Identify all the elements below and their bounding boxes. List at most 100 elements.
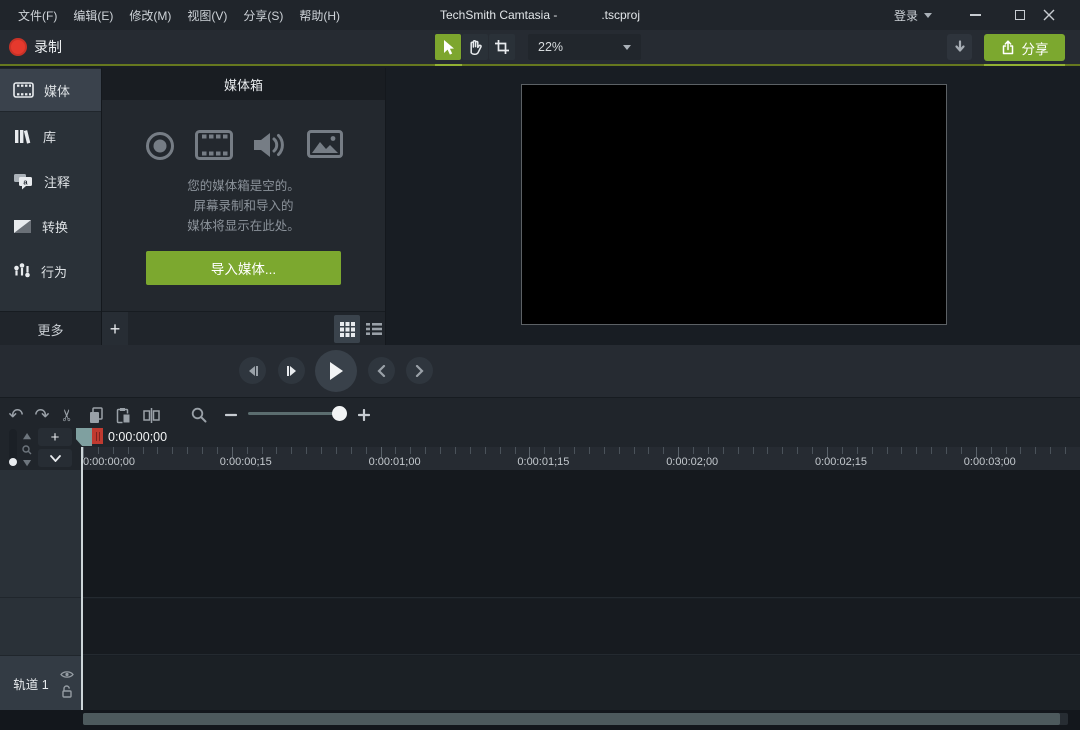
timeline-zoom-button[interactable] — [186, 402, 212, 428]
ruler-tick — [98, 447, 99, 454]
sidebar-item-behaviors[interactable]: 行为 — [0, 249, 101, 293]
ruler-tick — [723, 447, 724, 454]
media-bin-empty-text: 您的媒体箱是空的。 屏幕录制和导入的 媒体将显示在此处。 — [102, 176, 385, 236]
ruler-tick — [262, 447, 263, 454]
magnifier-icon — [191, 407, 207, 423]
menu-item-4[interactable]: 视图(V) — [187, 7, 227, 24]
transition-icon — [13, 219, 32, 234]
sidebar-item-transitions[interactable]: 转换 — [0, 204, 101, 248]
sidebar-item-label: 媒体 — [44, 81, 70, 100]
ruler-label: 0:00:00;15 — [220, 456, 272, 468]
sidebar-divider — [101, 68, 102, 345]
arrow-up-icon[interactable] — [23, 433, 32, 440]
plus-icon: + — [110, 319, 121, 340]
image-icon — [307, 130, 343, 158]
track-visibility-toggle[interactable] — [60, 666, 74, 684]
menu-bar: 文件(F) 编辑(E) 修改(M) 视图(V) 分享(S) 帮助(H) — [18, 0, 340, 30]
add-media-button[interactable]: + — [102, 312, 128, 346]
close-button[interactable] — [1034, 0, 1064, 30]
play-button[interactable] — [315, 350, 357, 392]
horizontal-scrollbar-thumb[interactable] — [83, 713, 1060, 725]
crop-icon — [494, 39, 510, 55]
ruler-tick — [857, 447, 858, 454]
track-lane-empty-upper[interactable] — [81, 470, 1080, 598]
cut-button[interactable]: ✂ — [55, 402, 81, 428]
split-button[interactable] — [138, 402, 164, 428]
ruler-tick — [753, 447, 754, 454]
grid-view-button[interactable] — [334, 315, 360, 343]
zoom-out-button[interactable] — [218, 402, 244, 428]
list-view-button[interactable] — [361, 315, 387, 343]
copy-button[interactable] — [83, 402, 109, 428]
ruler-tick — [470, 447, 471, 454]
crop-tool-button[interactable] — [489, 34, 515, 60]
ruler-tick — [128, 447, 129, 454]
redo-icon: ↷ — [34, 405, 49, 426]
paste-button[interactable] — [110, 402, 136, 428]
sidebar-more-button[interactable]: 更多 — [0, 312, 101, 346]
playhead-out-flag[interactable] — [92, 428, 103, 444]
canvas-zoom-value: 22% — [538, 40, 623, 54]
ruler-tick — [1065, 447, 1066, 454]
download-button[interactable] — [947, 34, 972, 60]
sidebar-item-label: 转换 — [42, 217, 68, 236]
previous-frame-icon — [247, 365, 259, 377]
playhead-line[interactable] — [81, 447, 83, 710]
track-1-lane[interactable] — [81, 656, 1080, 710]
record-button[interactable]: 录制 — [0, 30, 120, 64]
menu-item-5[interactable]: 分享(S) — [243, 7, 283, 24]
login-menu[interactable]: 登录 — [894, 0, 932, 30]
preview-canvas[interactable] — [521, 84, 947, 325]
behaviors-icon — [13, 262, 31, 280]
ruler-tick — [410, 447, 411, 454]
step-forward-button[interactable] — [278, 357, 305, 384]
track-gutter — [0, 470, 81, 656]
maximize-icon — [1015, 10, 1025, 20]
menu-item-3[interactable]: 修改(M) — [129, 7, 171, 24]
previous-clip-button[interactable] — [368, 357, 395, 384]
menu-item-1[interactable]: 文件(F) — [18, 7, 57, 24]
timeline-zoom-thumb[interactable] — [332, 406, 347, 421]
track-options-button[interactable] — [38, 449, 72, 467]
sidebar: 媒体 库 a 注释 转换 — [0, 68, 101, 311]
empty-line-3: 媒体将显示在此处。 — [102, 216, 385, 236]
add-track-button[interactable]: + — [38, 428, 72, 446]
track-height-slider-thumb[interactable] — [9, 458, 17, 466]
zoom-in-button[interactable] — [351, 402, 377, 428]
canvas-zoom-select[interactable]: 22% — [528, 34, 641, 60]
track-lock-toggle[interactable] — [61, 685, 73, 703]
next-clip-button[interactable] — [406, 357, 433, 384]
track-lane-empty[interactable] — [81, 599, 1080, 655]
record-label: 录制 — [34, 37, 62, 57]
minimize-button[interactable] — [960, 0, 990, 30]
sidebar-item-label: 库 — [43, 127, 56, 146]
import-media-button[interactable]: 导入媒体... — [146, 251, 341, 285]
menu-bar-row: 文件(F)编辑(E)修改(M)视图(V)分享(S)帮助(H) TechSmith… — [0, 0, 1080, 30]
ruler-tick — [797, 447, 798, 454]
maximize-button[interactable] — [1005, 0, 1035, 30]
minimize-icon — [970, 14, 981, 16]
sidebar-item-library[interactable]: 库 — [0, 114, 101, 158]
share-button[interactable]: 分享 — [984, 34, 1065, 61]
menu-item-6[interactable]: 帮助(H) — [299, 7, 340, 24]
ruler-tick — [500, 447, 501, 454]
arrow-down-icon[interactable] — [23, 460, 32, 467]
ruler-tick — [946, 447, 947, 454]
sidebar-item-label: 行为 — [41, 262, 67, 281]
media-icon — [13, 82, 34, 98]
menu-item-2[interactable]: 编辑(E) — [73, 7, 113, 24]
import-media-label: 导入媒体... — [211, 258, 276, 278]
ruler-tick — [395, 447, 396, 454]
undo-button[interactable]: ↶ — [3, 402, 29, 428]
timeline-ruler[interactable]: 0:00:00;000:00:00;150:00:01;000:00:01;15… — [81, 447, 1080, 470]
sidebar-item-annotations[interactable]: a 注释 — [0, 159, 101, 203]
sidebar-item-media[interactable]: 媒体 — [0, 68, 101, 112]
plus-icon — [358, 409, 370, 421]
redo-button[interactable]: ↷ — [29, 402, 55, 428]
ruler-tick — [619, 447, 620, 454]
pan-tool-button[interactable] — [462, 34, 488, 60]
previous-frame-button[interactable] — [239, 357, 266, 384]
chevron-right-icon — [415, 365, 424, 377]
cursor-tool-button[interactable] — [435, 34, 461, 60]
login-label: 登录 — [894, 7, 918, 24]
